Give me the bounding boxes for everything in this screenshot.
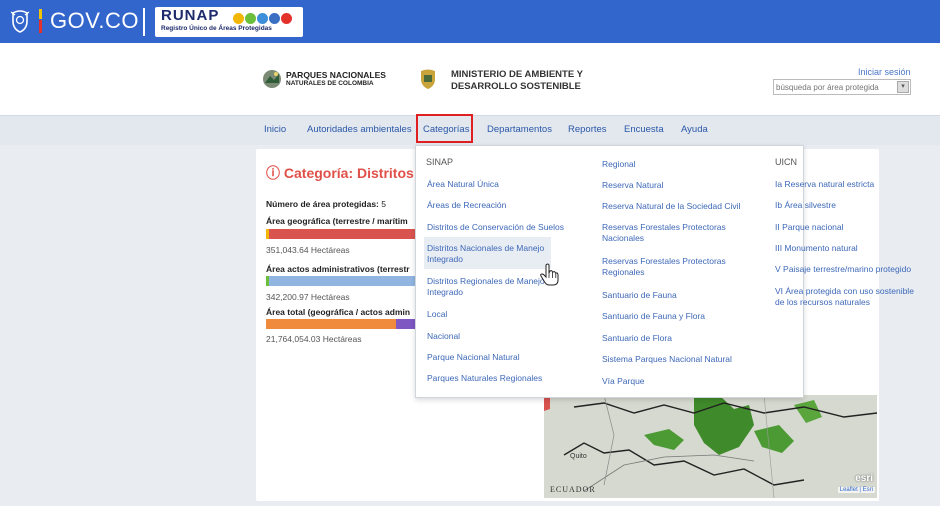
runap-logo[interactable]: RUNAP Registro Único de Áreas Protegidas	[155, 7, 303, 37]
stat-value-administrative: 342,200.97 Hectáreas	[266, 292, 350, 302]
protected-areas-map[interactable]: Quito ECUADOR esri Leaflet | Esri	[544, 395, 877, 498]
dropdown-item-reserva-sociedad-civil[interactable]: Reserva Natural de la Sociedad Civil	[602, 201, 740, 212]
dropdown-item-reservas-forestales-nacionales[interactable]: Reservas Forestales Protectoras Nacional…	[602, 222, 737, 244]
ministerio-logo-line2: DESARROLLO SOSTENIBLE	[451, 81, 581, 92]
search-dropdown-button[interactable]: ▾	[897, 81, 909, 93]
nav-encuesta[interactable]: Encuesta	[624, 124, 664, 135]
dropdown-item-uicn-ii[interactable]: II Parque nacional	[775, 222, 844, 233]
pnn-logo-line2: NATURALES DE COLOMBIA	[286, 80, 374, 87]
dropdown-item-uicn-iii[interactable]: III Monumento natural	[775, 243, 858, 254]
runap-subtitle: Registro Único de Áreas Protegidas	[161, 25, 272, 32]
dropdown-item-uicn-ib[interactable]: Ib Área silvestre	[775, 200, 836, 211]
info-circle-icon: ⓘ	[266, 165, 280, 181]
stat-label-geographic: Área geográfica (terrestre / marítim	[266, 216, 408, 226]
gov-bar-divider	[143, 8, 145, 36]
nav-active-highlight	[416, 114, 473, 143]
flag-yellow-stripe	[39, 9, 42, 19]
stat-bar-geographic	[266, 229, 416, 239]
ministerio-logo-line1: MINISTERIO DE AMBIENTE Y	[451, 69, 583, 80]
dropdown-item-nacional[interactable]: Nacional	[427, 331, 460, 342]
dropdown-item-sistema-parques[interactable]: Sistema Parques Nacional Natural	[602, 354, 732, 365]
map-city-label: Quito	[570, 453, 587, 460]
dropdown-item-parque-nacional-natural[interactable]: Parque Nacional Natural	[427, 352, 520, 363]
dropdown-item-area-natural-unica[interactable]: Área Natural Única	[427, 179, 499, 190]
dropdown-item-regional[interactable]: Regional	[602, 159, 636, 170]
dropdown-item-via-parque[interactable]: Vía Parque	[602, 376, 645, 387]
category-title-text: Categoría: Distritos Na	[283, 165, 436, 181]
nav-reportes[interactable]: Reportes	[568, 124, 607, 135]
protected-area-count: Número de área protegidas: 5	[266, 199, 386, 209]
stat-bar-total	[266, 319, 416, 329]
dropdown-item-santuario-fauna-flora[interactable]: Santuario de Fauna y Flora	[602, 311, 705, 322]
hand-cursor-icon	[540, 263, 559, 286]
nav-autoridades-ambientales[interactable]: Autoridades ambientales	[307, 124, 412, 135]
runap-dot-2	[257, 13, 268, 24]
stat-value-total: 21,764,054.03 Hectáreas	[266, 334, 362, 344]
count-value: 5	[381, 199, 386, 209]
gov-top-bar	[0, 0, 940, 43]
login-link[interactable]: Iniciar sesión	[858, 67, 911, 77]
nav-ayuda[interactable]: Ayuda	[681, 124, 708, 135]
runap-dot-1	[245, 13, 256, 24]
nav-departamentos[interactable]: Departamentos	[487, 124, 552, 135]
coat-of-arms-icon[interactable]	[10, 9, 30, 33]
dropdown-heading-sinap: SINAP	[426, 157, 454, 167]
gov-co-logo[interactable]: GOV.CO	[50, 8, 139, 34]
dropdown-item-uicn-v[interactable]: V Paisaje terrestre/marino protegido	[775, 264, 925, 275]
stat-label-total: Área total (geográfica / actos admin	[266, 307, 411, 317]
runap-title: RUNAP	[161, 7, 220, 24]
runap-dot-4	[281, 13, 292, 24]
dropdown-item-reservas-forestales-regionales[interactable]: Reservas Forestales Protectoras Regional…	[602, 256, 737, 278]
dropdown-item-uicn-ia[interactable]: Ia Reserva natural estricta	[775, 179, 874, 190]
dropdown-item-areas-recreacion[interactable]: Áreas de Recreación	[427, 200, 506, 211]
stat-label-administrative: Área actos administrativos (terrestr	[266, 264, 410, 274]
map-country-label: ECUADOR	[550, 485, 596, 494]
area-search-input[interactable]	[776, 80, 894, 94]
dropdown-item-santuario-flora[interactable]: Santuario de Flora	[602, 333, 672, 344]
stat-value-geographic: 351,043.64 Hectáreas	[266, 245, 350, 255]
dropdown-item-local[interactable]: Local	[427, 309, 447, 320]
esri-logo: esri	[855, 473, 873, 484]
dropdown-item-reserva-natural[interactable]: Reserva Natural	[602, 180, 663, 191]
nav-inicio[interactable]: Inicio	[264, 124, 286, 135]
dropdown-item-santuario-fauna[interactable]: Santuario de Fauna	[602, 290, 677, 301]
pnn-logo-line1: PARQUES NACIONALES	[286, 70, 386, 80]
parques-nacionales-emblem-icon	[263, 70, 281, 88]
runap-dot-0	[233, 13, 244, 24]
dropdown-item-distritos-conservacion-suelos[interactable]: Distritos de Conservación de Suelos	[427, 222, 564, 233]
count-label: Número de área protegidas:	[266, 199, 379, 209]
flag-red-stripe	[39, 20, 42, 33]
dropdown-item-distritos-regionales-manejo[interactable]: Distritos Regionales de Manejo Integrado	[427, 276, 552, 298]
map-attribution[interactable]: Leaflet | Esri	[837, 487, 875, 493]
dropdown-heading-uicn: UICN	[775, 157, 797, 167]
map-canvas	[544, 395, 877, 498]
area-search-box: ▾	[773, 79, 911, 95]
stat-bar-administrative	[266, 276, 416, 286]
dropdown-item-parques-naturales-regionales[interactable]: Parques Naturales Regionales	[427, 373, 542, 384]
category-title: ⓘ Categoría: Distritos Na	[266, 163, 436, 183]
runap-dot-3	[269, 13, 280, 24]
dropdown-item-distritos-nacionales-manejo[interactable]: Distritos Nacionales de Manejo Integrado	[427, 243, 552, 265]
ministerio-shield-icon	[421, 69, 435, 89]
dropdown-item-uicn-vi[interactable]: VI Área protegida con uso sostenible de …	[775, 286, 925, 308]
